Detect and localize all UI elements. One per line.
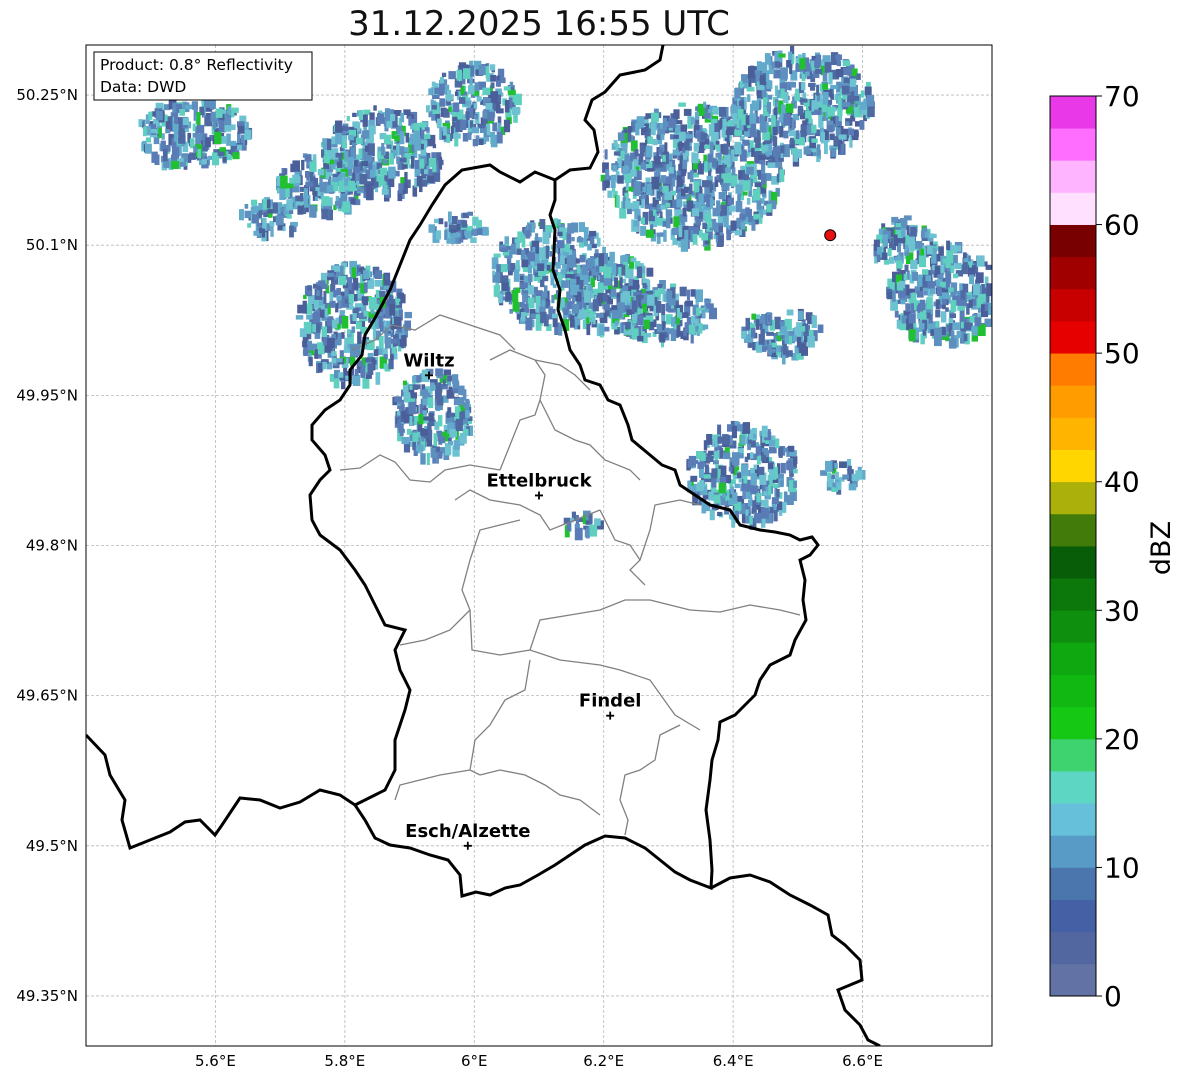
city-marker xyxy=(463,841,472,850)
lat-tick-label: 49.5°N xyxy=(26,837,78,855)
city-label: Esch/Alzette xyxy=(405,821,530,842)
radar-map[interactable]: Wiltz Ettelbruck Findel Esch/Alzette 50.25°… xyxy=(0,0,1184,1081)
city-marker xyxy=(606,711,615,720)
city-label: Wiltz xyxy=(403,350,454,371)
lon-tick-label: 6.2°E xyxy=(583,1052,624,1070)
info-box: Product: 0.8° Reflectivity Data: DWD xyxy=(93,51,313,101)
lat-tick-label: 50.1°N xyxy=(26,236,78,254)
data-source-label: Data: DWD xyxy=(100,78,186,96)
lat-tick-label: 49.35°N xyxy=(16,987,78,1005)
france-belgium-border xyxy=(86,733,356,851)
lon-tick-label: 6°E xyxy=(461,1052,488,1070)
radar-site-marker[interactable] xyxy=(824,229,837,242)
germany-france-border-south xyxy=(710,873,881,1046)
lat-tick-label: 49.95°N xyxy=(16,386,78,404)
lon-tick-label: 6.6°E xyxy=(842,1052,883,1070)
lon-tick-label: 5.6°E xyxy=(195,1052,236,1070)
city-label: Findel xyxy=(579,691,642,712)
product-label: Product: 0.8° Reflectivity xyxy=(100,56,293,74)
lat-tick-label: 49.8°N xyxy=(26,537,78,555)
lon-tick-label: 6.4°E xyxy=(713,1052,754,1070)
gridlines xyxy=(86,45,992,1046)
lat-tick-label: 50.25°N xyxy=(16,86,78,104)
lon-tick-label: 5.8°E xyxy=(324,1052,365,1070)
radar-echoes xyxy=(138,45,992,541)
lat-tick-label: 49.65°N xyxy=(16,687,78,705)
city-marker xyxy=(535,491,543,500)
city-label: Ettelbruck xyxy=(486,470,592,491)
